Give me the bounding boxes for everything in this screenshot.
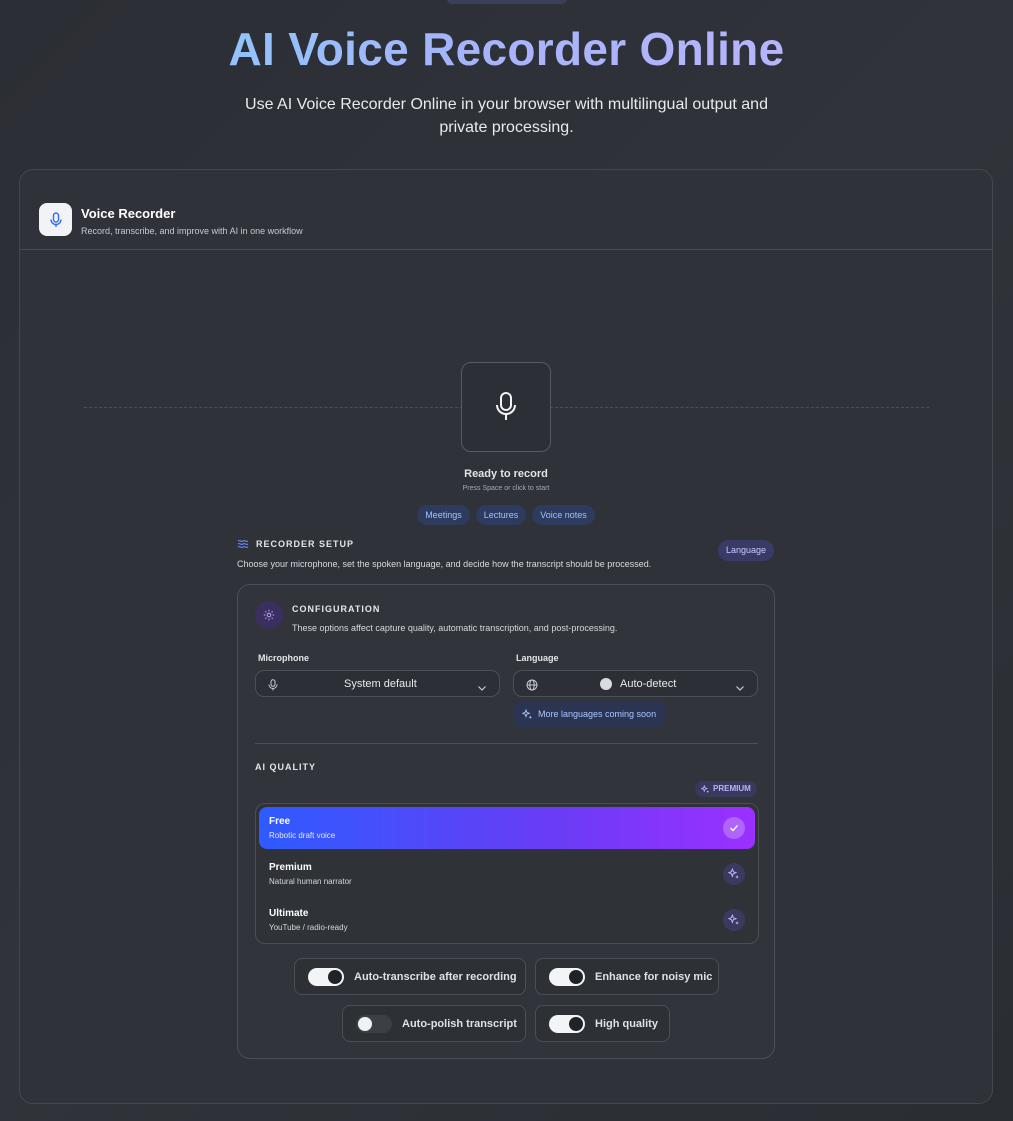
toggle-label: Enhance for noisy mic [595,970,713,983]
more-languages-text: More languages coming soon [538,709,657,719]
ai-quality-title: AI QUALITY [255,762,316,772]
chip-lectures[interactable]: Lectures [475,505,527,525]
divider [255,743,758,744]
toggle-knob [569,1016,583,1031]
recorder-card: Voice Recorder Record, transcribe, and i… [19,169,993,1104]
use-case-chips: Meetings Lectures Voice notes [20,505,992,525]
card-subtitle: Record, transcribe, and improve with AI … [81,226,303,236]
mic-small-icon [268,678,278,696]
top-badge [447,0,567,4]
language-badge: Language [718,540,775,561]
configuration-title: CONFIGURATION [292,604,381,614]
quality-option-premium[interactable]: Premium Natural human narrator [259,853,755,895]
premium-badge: PREMIUM [695,781,757,797]
sparkles-icon [701,784,710,793]
setup-heading: RECORDER SETUP [237,539,354,549]
auto-detect-icon [600,678,612,690]
toggle-high-quality[interactable]: High quality [535,1005,670,1042]
sparkles-icon [522,709,532,719]
quality-option-desc: YouTube / radio-ready [269,923,348,932]
chip-meetings[interactable]: Meetings [417,505,470,525]
chevron-down-icon [735,679,745,697]
toggle-enhance-noisy-mic[interactable]: Enhance for noisy mic [535,958,719,995]
sparkles-icon [723,909,745,931]
microphone-label: Microphone [258,653,309,663]
setup-description: Choose your microphone, set the spoken l… [237,559,652,569]
toggle-auto-polish[interactable]: Auto-polish transcript [342,1005,526,1042]
chevron-down-icon [477,679,487,697]
quality-option-ultimate[interactable]: Ultimate YouTube / radio-ready [259,899,755,941]
ai-quality-options: Free Robotic draft voice Premium Natural… [255,803,759,944]
toggle-knob [569,969,583,984]
language-value: Auto-detect [620,678,677,690]
microphone-value: System default [344,678,417,690]
quality-option-name: Free [269,816,291,827]
quality-option-name: Premium [269,862,312,873]
toggle-knob [358,1016,372,1031]
globe-icon [526,678,538,696]
record-button[interactable] [461,362,551,452]
toggle-label: Auto-transcribe after recording [354,970,517,983]
quality-option-name: Ultimate [269,908,309,919]
record-status: Ready to record [464,468,548,480]
toggle-knob [328,969,342,984]
sparkles-icon [723,863,745,885]
check-icon [723,817,745,839]
quality-option-free[interactable]: Free Robotic draft voice [259,807,755,849]
setup-title: RECORDER SETUP [256,539,355,549]
chip-voice-notes[interactable]: Voice notes [532,505,595,525]
toggle-label: High quality [595,1017,658,1030]
microphone-select[interactable]: System default [255,670,500,697]
premium-badge-text: PREMIUM [713,784,751,793]
page-title: AI Voice Recorder Online [0,22,1013,76]
record-hint: Press Space or click to start [462,485,550,492]
card-title: Voice Recorder [81,206,176,221]
toggle-switch[interactable] [308,967,344,986]
configuration-description: These options affect capture quality, au… [292,623,618,633]
language-label: Language [516,653,559,663]
toggle-switch[interactable] [549,1014,585,1033]
more-languages-note: More languages coming soon [513,702,666,727]
configuration-panel: CONFIGURATION These options affect captu… [237,584,775,1059]
microphone-icon [496,392,516,420]
toggle-auto-transcribe[interactable]: Auto-transcribe after recording [294,958,526,995]
language-select[interactable]: Auto-detect [513,670,758,697]
waves-icon [237,540,249,548]
gear-icon [255,601,283,629]
toggle-switch[interactable] [356,1014,392,1033]
mic-icon [39,203,72,236]
card-header: Voice Recorder Record, transcribe, and i… [20,170,992,250]
page-subtitle: Use AI Voice Recorder Online in your bro… [245,96,768,136]
quality-option-desc: Natural human narrator [269,877,352,886]
toggle-label: Auto-polish transcript [402,1017,517,1030]
toggle-switch[interactable] [549,967,585,986]
quality-option-desc: Robotic draft voice [269,831,336,840]
